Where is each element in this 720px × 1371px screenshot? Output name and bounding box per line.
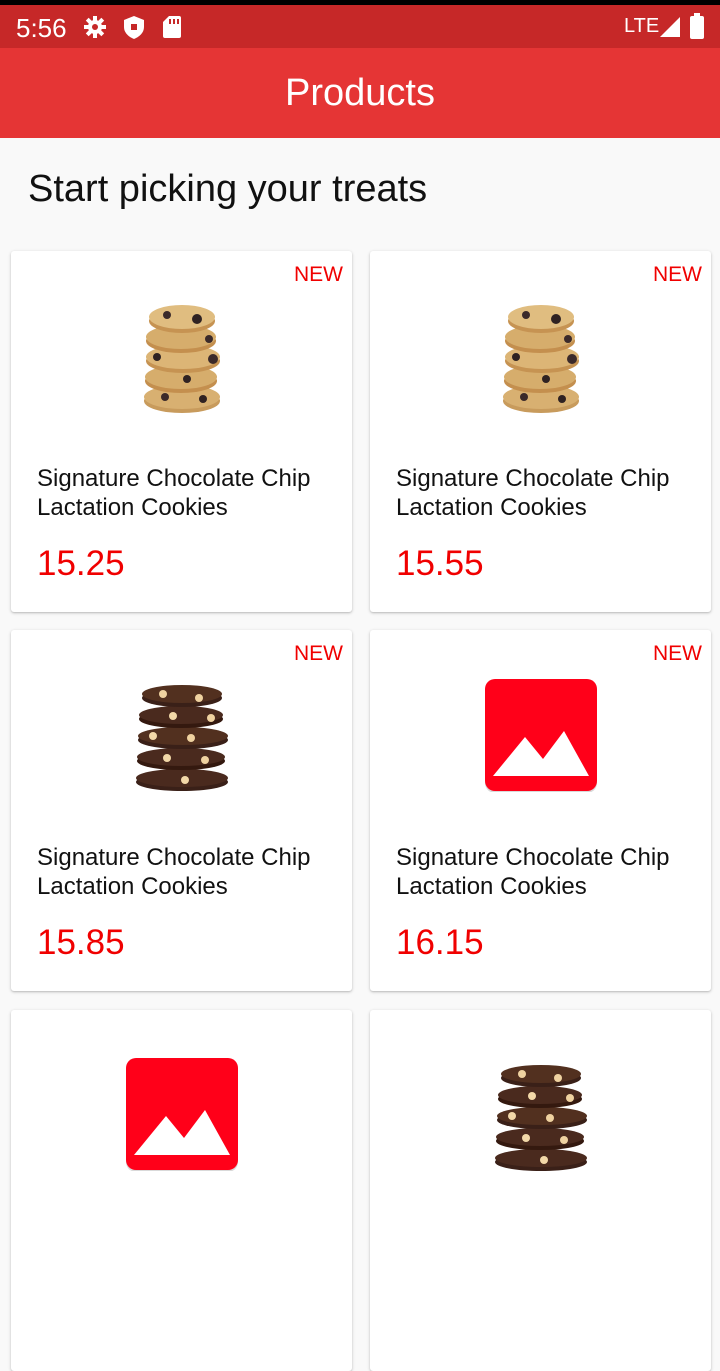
product-price: 15.25: [37, 544, 125, 583]
shield-icon: [124, 16, 144, 44]
product-name: Signature Chocolate Chip Lactation Cooki…: [396, 465, 670, 521]
new-badge: NEW: [294, 263, 343, 286]
product-name: Signature Chocolate Chip Lactation Cooki…: [37, 844, 311, 900]
product-name: Signature Chocolate Chip Lactation Cooki…: [396, 844, 670, 900]
product-price: 16.15: [396, 923, 484, 962]
product-card[interactable]: [11, 1010, 352, 1371]
product-card[interactable]: NEW Signature Chocolate Chip Lactation C…: [11, 251, 352, 612]
product-card[interactable]: [370, 1010, 711, 1371]
settings-gear-icon: [84, 16, 106, 43]
section-headline: Start picking your treats: [28, 168, 428, 210]
cookie-stack-image: [11, 680, 352, 820]
product-name: Signature Chocolate Chip Lactation Cooki…: [37, 465, 311, 521]
image-placeholder-icon: [370, 678, 711, 818]
product-price: 15.85: [37, 923, 125, 962]
page-title: Products: [285, 72, 435, 114]
cookie-stack-image: [11, 295, 352, 435]
cookie-stack-image: [370, 1060, 711, 1200]
app-bar: Products: [0, 48, 720, 138]
product-card[interactable]: NEW Signature Chocolate Chip Lactation C…: [370, 630, 711, 991]
new-badge: NEW: [294, 642, 343, 665]
sd-card-icon: [163, 16, 181, 43]
status-time: 5:56: [16, 13, 67, 43]
new-badge: NEW: [653, 642, 702, 665]
status-bar: 5:56 LTE: [0, 5, 720, 48]
network-type-label: LTE: [624, 15, 660, 37]
cookie-stack-image: [370, 295, 711, 435]
image-placeholder-icon: [11, 1057, 352, 1197]
signal-icon: [660, 17, 680, 42]
new-badge: NEW: [653, 263, 702, 286]
product-price: 15.55: [396, 544, 484, 583]
product-card[interactable]: NEW Signature Chocolate Chip Lactation C…: [11, 630, 352, 991]
battery-icon: [690, 13, 704, 44]
product-card[interactable]: NEW Signature Chocolate Chip Lactation C…: [370, 251, 711, 612]
